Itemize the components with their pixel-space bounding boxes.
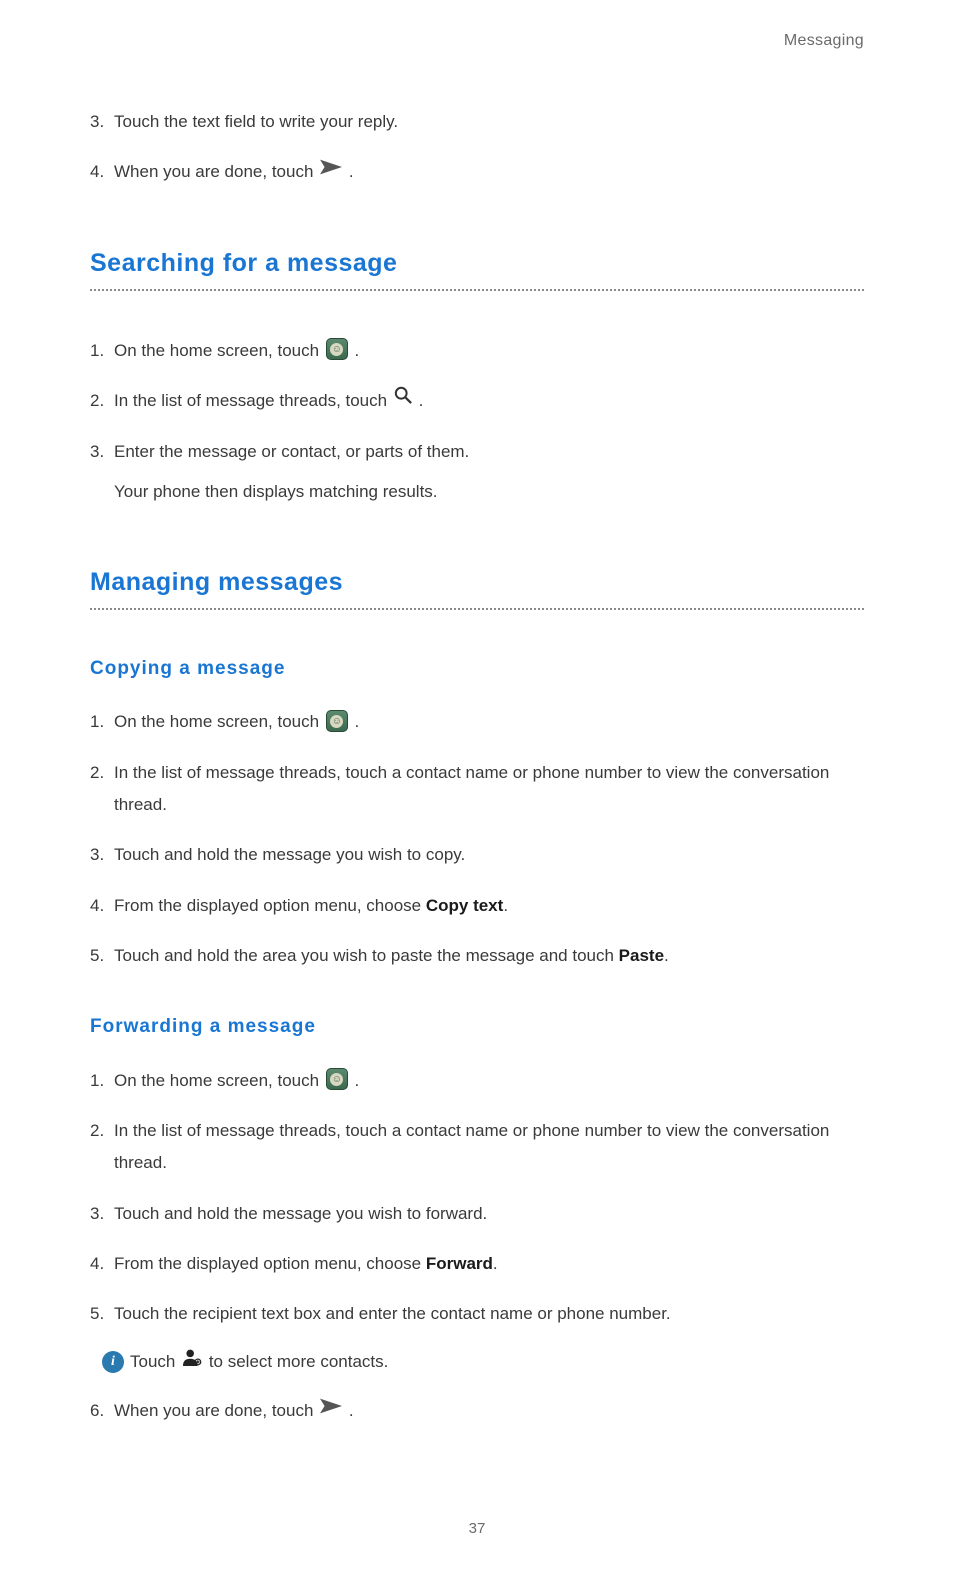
- step-text: Touch the text field to write your reply…: [114, 106, 864, 138]
- step-text: On the home screen, touch ☺ .: [114, 335, 864, 367]
- step-number: 5.: [90, 1300, 114, 1327]
- step-number: 2.: [90, 1117, 114, 1144]
- step-number: 3.: [90, 108, 114, 135]
- info-text-after: to select more contacts.: [209, 1352, 389, 1371]
- messaging-app-icon: ☺: [326, 338, 348, 360]
- step-text: Touch and hold the message you wish to c…: [114, 839, 864, 871]
- copying-step-3: 3. Touch and hold the message you wish t…: [90, 839, 864, 871]
- forwarding-step-1: 1. On the home screen, touch ☺ .: [90, 1065, 864, 1097]
- forwarding-step-4: 4. From the displayed option menu, choos…: [90, 1248, 864, 1280]
- step-text-before: When you are done, touch: [114, 162, 318, 181]
- step-number: 3.: [90, 1200, 114, 1227]
- step-text-after: .: [419, 391, 424, 410]
- step-number: 4.: [90, 1250, 114, 1277]
- step-number: 1.: [90, 337, 114, 364]
- forwarding-step-6: 6. When you are done, touch .: [90, 1395, 864, 1428]
- step-number: 3.: [90, 438, 114, 465]
- step-number: 4.: [90, 158, 114, 185]
- step-number: 2.: [90, 387, 114, 414]
- searching-step-2: 2. In the list of message threads, touch…: [90, 385, 864, 418]
- step-4: 4. When you are done, touch .: [90, 156, 864, 189]
- step-text-before: When you are done, touch: [114, 1401, 318, 1420]
- add-contact-icon: [182, 1347, 202, 1374]
- step-text: Touch the recipient text box and enter t…: [114, 1298, 864, 1330]
- subheading-copying: Copying a message: [90, 654, 864, 684]
- step-text-after: .: [493, 1254, 498, 1273]
- forwarding-step-2: 2. In the list of message threads, touch…: [90, 1115, 864, 1180]
- messaging-app-icon: ☺: [326, 1068, 348, 1090]
- searching-step-3-continuation: Your phone then displays matching result…: [90, 476, 864, 508]
- search-icon: [394, 383, 412, 415]
- forwarding-step-5: 5. Touch the recipient text box and ente…: [90, 1298, 864, 1330]
- step-text-after: .: [355, 1071, 360, 1090]
- step-number: 1.: [90, 708, 114, 735]
- step-text: Touch and hold the message you wish to f…: [114, 1198, 864, 1230]
- step-text-before: From the displayed option menu, choose: [114, 896, 426, 915]
- heading-searching: Searching for a message: [90, 243, 864, 283]
- step-text-before: On the home screen, touch: [114, 341, 324, 360]
- step-text: From the displayed option menu, choose C…: [114, 890, 864, 922]
- step-text-before: From the displayed option menu, choose: [114, 1254, 426, 1273]
- step-text: In the list of message threads, touch a …: [114, 1115, 864, 1180]
- step-text-after: .: [355, 341, 360, 360]
- step-text: Enter the message or contact, or parts o…: [114, 436, 864, 468]
- heading-managing: Managing messages: [90, 562, 864, 602]
- step-number: 5.: [90, 942, 114, 969]
- searching-step-1: 1. On the home screen, touch ☺ .: [90, 335, 864, 367]
- page-number: 37: [0, 1517, 954, 1541]
- step-text-after: .: [355, 712, 360, 731]
- step-text: In the list of message threads, touch a …: [114, 757, 864, 822]
- step-text-after: .: [503, 896, 508, 915]
- step-number: 2.: [90, 759, 114, 786]
- step-text-after: .: [664, 946, 669, 965]
- forwarding-step-3: 3. Touch and hold the message you wish t…: [90, 1198, 864, 1230]
- info-text-before: Touch: [130, 1352, 180, 1371]
- info-icon: i: [102, 1351, 124, 1373]
- copying-step-4: 4. From the displayed option menu, choos…: [90, 890, 864, 922]
- step-text-after: .: [349, 162, 354, 181]
- info-text: Touch to select more contacts.: [130, 1348, 388, 1376]
- step-text: When you are done, touch .: [114, 156, 864, 189]
- step-text-after: .: [349, 1401, 354, 1420]
- step-text: In the list of message threads, touch .: [114, 385, 864, 418]
- step-text: When you are done, touch .: [114, 1395, 864, 1428]
- divider: [90, 608, 864, 610]
- step-3: 3. Touch the text field to write your re…: [90, 106, 864, 138]
- step-number: 3.: [90, 841, 114, 868]
- messaging-app-icon: ☺: [326, 710, 348, 732]
- step-text: On the home screen, touch ☺ .: [114, 1065, 864, 1097]
- step-text-before: Touch and hold the area you wish to past…: [114, 946, 619, 965]
- step-text: Touch and hold the area you wish to past…: [114, 940, 864, 972]
- step-number: 6.: [90, 1397, 114, 1424]
- subheading-forwarding: Forwarding a message: [90, 1012, 864, 1042]
- step-number: 4.: [90, 892, 114, 919]
- step-number: 1.: [90, 1067, 114, 1094]
- step-text-before: In the list of message threads, touch: [114, 391, 392, 410]
- copying-step-2: 2. In the list of message threads, touch…: [90, 757, 864, 822]
- divider: [90, 289, 864, 291]
- step-text-before: On the home screen, touch: [114, 1071, 324, 1090]
- copying-step-1: 1. On the home screen, touch ☺ .: [90, 706, 864, 738]
- step-text: From the displayed option menu, choose F…: [114, 1248, 864, 1280]
- step-text-before: On the home screen, touch: [114, 712, 324, 731]
- send-icon: [320, 1393, 342, 1425]
- header-section-label: Messaging: [90, 28, 864, 54]
- info-note: i Touch to select more contacts.: [102, 1348, 864, 1376]
- send-icon: [320, 154, 342, 186]
- copying-step-5: 5. Touch and hold the area you wish to p…: [90, 940, 864, 972]
- bold-forward: Forward: [426, 1254, 493, 1273]
- step-text: On the home screen, touch ☺ .: [114, 706, 864, 738]
- bold-paste: Paste: [619, 946, 664, 965]
- bold-copy-text: Copy text: [426, 896, 503, 915]
- searching-step-3: 3. Enter the message or contact, or part…: [90, 436, 864, 468]
